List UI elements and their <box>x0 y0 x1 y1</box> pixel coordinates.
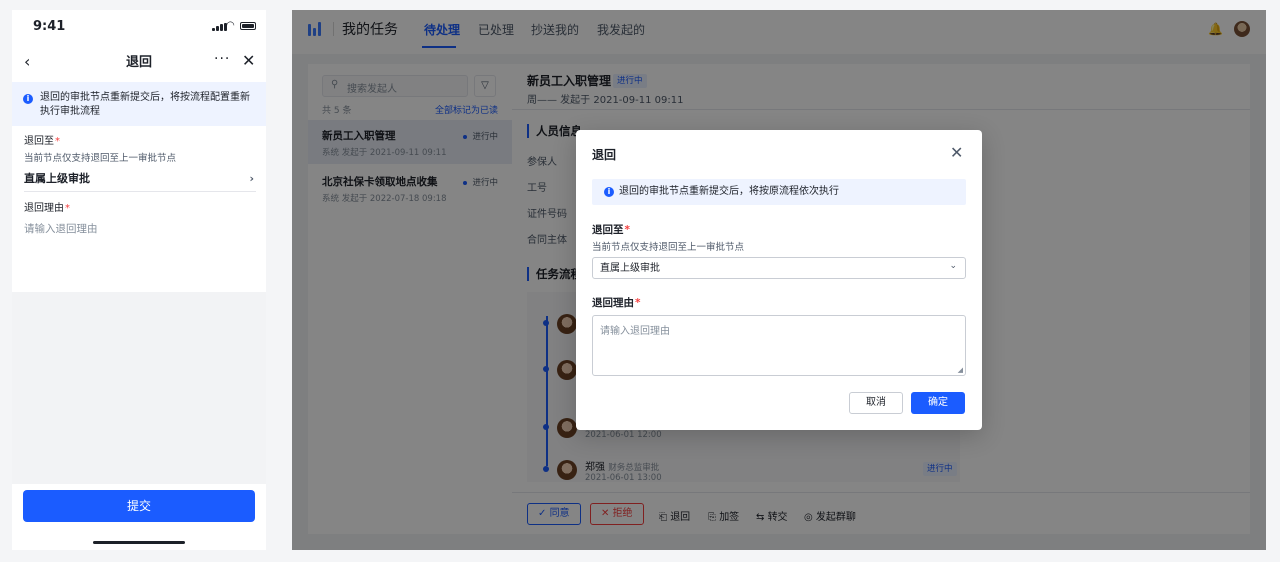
reason-label: 退回理由* <box>592 297 641 309</box>
chevron-right-icon: › <box>249 172 254 185</box>
info-icon: i <box>23 94 33 104</box>
alert-text: 退回的审批节点重新提交后，将按原流程依次执行 <box>619 186 839 197</box>
return-to-value: 直属上级审批 <box>24 172 90 185</box>
return-to-select[interactable]: 直属上级审批 ⌄ <box>592 257 966 279</box>
return-to-label: 退回至* <box>592 224 630 236</box>
chevron-down-icon: ⌄ <box>949 261 957 271</box>
reason-input[interactable]: 请输入退回理由 ◢ <box>592 315 966 376</box>
reason-placeholder: 请输入退回理由 <box>600 326 670 337</box>
confirm-button[interactable]: 确定 <box>911 392 965 414</box>
more-icon[interactable]: ··· <box>214 51 230 67</box>
cancel-button[interactable]: 取消 <box>849 392 903 414</box>
mobile-return-page: 9:41 ◠ ‹ 退回 ··· ✕ i 退回的审批节点重新提交后，将按流程配置重… <box>12 10 266 550</box>
nav-bar: ‹ 退回 ··· ✕ <box>12 42 266 82</box>
return-to-select[interactable]: 直属上级审批 › <box>24 170 256 192</box>
return-to-value: 直属上级审批 <box>600 263 660 274</box>
home-indicator <box>93 541 185 544</box>
info-alert: i 退回的审批节点重新提交后，将按流程配置重新执行审批流程 <box>12 82 266 126</box>
return-dialog: 退回 ✕ i 退回的审批节点重新提交后，将按原流程依次执行 退回至* 当前节点仅… <box>576 130 982 430</box>
battery-icon <box>240 22 256 30</box>
reason-label: 退回理由* <box>24 203 70 214</box>
return-to-hint: 当前节点仅支持退回至上一审批节点 <box>592 242 745 253</box>
return-form: 退回至* 当前节点仅支持退回至上一审批节点 直属上级审批 › 退回理由* 请输入… <box>12 126 266 292</box>
close-icon[interactable]: ✕ <box>950 144 963 162</box>
submit-button[interactable]: 提交 <box>23 490 255 522</box>
desktop-task-page: 我的任务 待处理 已处理 抄送我的 我发起的 🔔 ⚲ 搜索发起人 ▽ 共 5 条… <box>292 10 1266 550</box>
return-to-hint: 当前节点仅支持退回至上一审批节点 <box>24 153 177 164</box>
status-bar: 9:41 ◠ <box>12 10 266 42</box>
resize-handle-icon[interactable]: ◢ <box>958 366 963 374</box>
wifi-icon: ◠ <box>226 20 235 31</box>
close-icon[interactable]: ✕ <box>242 51 255 71</box>
reason-input[interactable]: 请输入退回理由 <box>24 222 256 236</box>
alert-text: 退回的审批节点重新提交后，将按流程配置重新执行审批流程 <box>40 92 250 117</box>
return-to-label: 退回至* <box>24 136 60 147</box>
dialog-title: 退回 <box>592 148 617 162</box>
bottom-bar: 提交 <box>12 484 266 550</box>
info-icon: i <box>604 187 614 197</box>
info-alert: i 退回的审批节点重新提交后，将按原流程依次执行 <box>592 179 966 205</box>
status-time: 9:41 <box>33 19 66 34</box>
